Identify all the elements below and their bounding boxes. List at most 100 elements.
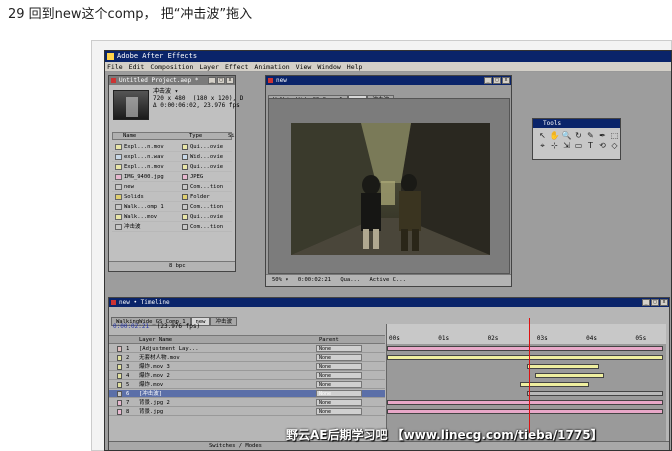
timeline-layer-row[interactable]: 5 爆炸.mov None (109, 381, 385, 389)
project-item[interactable]: Expl...n.mov Qui...ovie (112, 142, 232, 152)
column-name[interactable]: Name (113, 133, 136, 139)
layer-name[interactable]: 背景.jpg (139, 408, 163, 416)
layer-name[interactable]: [冲击波] (139, 390, 162, 398)
layer-name[interactable]: 爆炸.mov 2 (139, 372, 170, 380)
minimize-icon[interactable]: _ (484, 77, 492, 84)
tool-icon[interactable]: ⟲ (597, 141, 608, 150)
layer-label-color[interactable] (117, 364, 122, 370)
tool-icon[interactable]: ⬚ (609, 131, 620, 140)
layer-parent-dropdown[interactable]: None (316, 354, 362, 361)
item-label-swatch[interactable] (182, 154, 188, 160)
item-label-swatch[interactable] (182, 184, 188, 190)
comp-timecode[interactable]: 0:00:02:21 (298, 277, 331, 283)
maximize-icon[interactable]: □ (217, 77, 225, 84)
layer-name[interactable]: [Adjustment Lay... (139, 345, 199, 353)
quality-dropdown[interactable]: Qua... (340, 277, 360, 283)
timeline-layer-row[interactable]: 3 爆炸.mov 3 None (109, 363, 385, 371)
tool-icon[interactable]: ✒ (597, 131, 608, 140)
layer-parent-dropdown[interactable]: None (316, 381, 362, 388)
menu-layer[interactable]: Layer (199, 63, 219, 71)
menu-help[interactable]: Help (347, 63, 363, 71)
project-item[interactable]: 冲击波 Com...tion (112, 222, 232, 232)
layer-parent-dropdown[interactable]: None (316, 345, 362, 352)
comp-viewer[interactable] (268, 98, 510, 274)
tool-icon[interactable]: ◇ (609, 141, 620, 150)
project-item[interactable]: new Com...tion (112, 182, 232, 192)
item-label-swatch[interactable] (182, 204, 188, 210)
layer-name[interactable]: 背景.jpg 2 (139, 399, 170, 407)
layer-label-color[interactable] (117, 355, 122, 361)
layer-duration-bar[interactable] (387, 355, 663, 360)
item-label-swatch[interactable] (182, 224, 188, 230)
layer-parent-dropdown[interactable]: None (316, 372, 362, 379)
timeline-layer-row[interactable]: 8 背景.jpg None (109, 408, 385, 416)
maximize-icon[interactable]: □ (651, 299, 659, 306)
layer-name[interactable]: 爆炸.mov (139, 381, 163, 389)
timeline-layer-row[interactable]: 7 背景.jpg 2 None (109, 399, 385, 407)
item-label-swatch[interactable] (182, 214, 188, 220)
item-label-swatch[interactable] (182, 194, 188, 200)
tool-icon[interactable]: ⌖ (537, 141, 548, 150)
close-icon[interactable]: x (660, 299, 668, 306)
menu-file[interactable]: File (107, 63, 123, 71)
tool-icon[interactable]: ↖ (537, 131, 548, 140)
layer-parent-dropdown[interactable]: None (316, 408, 362, 415)
layer-label-color[interactable] (117, 400, 122, 406)
tool-icon[interactable]: ✎ (585, 131, 596, 140)
menu-edit[interactable]: Edit (129, 63, 145, 71)
layer-duration-bar[interactable] (387, 409, 663, 414)
tool-icon[interactable]: ▭ (573, 141, 584, 150)
column-parent[interactable]: Parent (319, 336, 339, 344)
project-item[interactable]: Expl...n.mov Qui...ovie (112, 162, 232, 172)
layer-label-color[interactable] (117, 391, 122, 397)
minimize-icon[interactable]: _ (642, 299, 650, 306)
layer-duration-bar[interactable] (387, 400, 663, 405)
tool-icon[interactable]: 🔍 (561, 131, 572, 140)
timeline-timecode[interactable]: 0:00:02:21 (113, 323, 149, 330)
tool-icon[interactable]: ⊹ (549, 141, 560, 150)
time-ruler[interactable]: 00s 01s 02s 03s 04s 05s (386, 324, 666, 344)
item-label-swatch[interactable] (182, 164, 188, 170)
maximize-icon[interactable]: □ (493, 77, 501, 84)
layer-parent-dropdown[interactable]: None (316, 399, 362, 406)
minimize-icon[interactable]: _ (208, 77, 216, 84)
item-label-swatch[interactable] (182, 144, 188, 150)
close-icon[interactable]: x (502, 77, 510, 84)
project-item[interactable]: Walk...mov Qui...ovie (112, 212, 232, 222)
project-item[interactable]: IMG_9400.jpg JPEG (112, 172, 232, 182)
layer-duration-bar[interactable] (387, 346, 663, 351)
current-time-indicator[interactable] (528, 318, 530, 438)
timeline-layer-row[interactable]: 6 [冲击波] None (109, 390, 385, 398)
project-item[interactable]: Solids Folder (112, 192, 232, 202)
layer-duration-bar[interactable] (527, 364, 599, 369)
close-icon[interactable]: x (226, 77, 234, 84)
menu-animation[interactable]: Animation (254, 63, 289, 71)
project-item[interactable]: expl...n.wav Wid...ovie (112, 152, 232, 162)
layer-duration-bar[interactable] (520, 382, 590, 387)
column-size[interactable]: Si (218, 133, 235, 139)
switches-modes-toggle[interactable]: Switches / Modes (209, 443, 262, 449)
layer-label-color[interactable] (117, 346, 122, 352)
layer-parent-dropdown[interactable]: None (316, 363, 362, 370)
layer-duration-bar[interactable] (534, 373, 604, 378)
column-layer-name[interactable]: Layer Name (139, 336, 172, 344)
menu-composition[interactable]: Composition (150, 63, 193, 71)
selected-item-name[interactable]: 冲击波 ▾ (153, 88, 243, 95)
item-label-swatch[interactable] (182, 174, 188, 180)
menu-view[interactable]: View (296, 63, 312, 71)
bpc-label[interactable]: 8 bpc (169, 263, 186, 269)
zoom-dropdown[interactable]: 50% ▾ (272, 277, 289, 283)
layer-label-color[interactable] (117, 373, 122, 379)
timeline-layer-row[interactable]: 4 爆炸.mov 2 None (109, 372, 385, 380)
tool-icon[interactable]: ↻ (573, 131, 584, 140)
timeline-layer-row[interactable]: 2 无套材人物.mov None (109, 354, 385, 362)
timeline-layer-row[interactable]: 1 [Adjustment Lay... None (109, 345, 385, 353)
layer-label-color[interactable] (117, 409, 122, 415)
project-item[interactable]: Walk...omp 1 Com...tion (112, 202, 232, 212)
tool-icon[interactable]: ✋ (549, 131, 560, 140)
menu-effect[interactable]: Effect (225, 63, 248, 71)
column-type[interactable]: Type (179, 133, 202, 139)
tool-icon[interactable]: ⇲ (561, 141, 572, 150)
layer-parent-dropdown[interactable]: None (316, 390, 362, 397)
layer-duration-bar[interactable] (527, 391, 663, 396)
